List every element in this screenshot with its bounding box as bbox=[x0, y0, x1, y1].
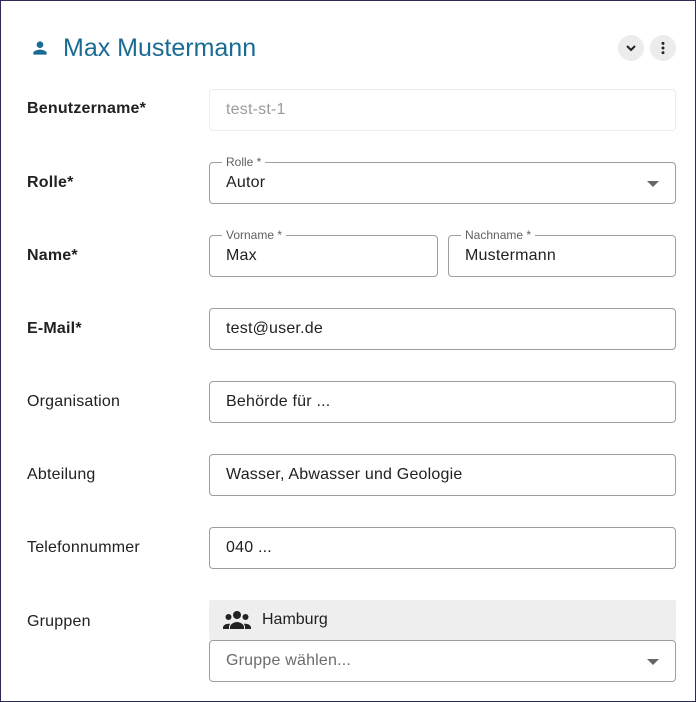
lastname-field[interactable]: Nachname * Mustermann bbox=[448, 228, 676, 277]
group-chip-label: Hamburg bbox=[262, 611, 328, 628]
username-value: test-st-1 bbox=[226, 101, 286, 118]
more-options-button[interactable] bbox=[650, 35, 676, 61]
user-card: Max Mustermann Benutzername* test-st-1 R… bbox=[0, 0, 696, 702]
username-label: Benutzername* bbox=[27, 100, 147, 117]
email-label: E-Mail* bbox=[27, 320, 82, 337]
phone-field[interactable]: 040 ... bbox=[209, 527, 676, 569]
dropdown-arrow-icon bbox=[647, 181, 659, 187]
group-chip[interactable]: Hamburg bbox=[209, 600, 676, 640]
phone-value: 040 ... bbox=[226, 539, 272, 556]
phone-label: Telefonnummer bbox=[27, 539, 140, 556]
email-value: test@user.de bbox=[226, 320, 323, 337]
page-title: Max Mustermann bbox=[63, 34, 257, 62]
department-label: Abteilung bbox=[27, 466, 96, 483]
department-field[interactable]: Wasser, Abwasser und Geologie bbox=[209, 454, 676, 496]
organisation-value: Behörde für ... bbox=[226, 393, 331, 410]
group-icon bbox=[223, 611, 251, 629]
organisation-field[interactable]: Behörde für ... bbox=[209, 381, 676, 423]
department-value: Wasser, Abwasser und Geologie bbox=[226, 466, 463, 483]
firstname-value: Max bbox=[226, 247, 257, 264]
role-field-label: Rolle * bbox=[222, 155, 266, 169]
name-label: Name* bbox=[27, 247, 78, 264]
group-select[interactable]: Gruppe wählen... bbox=[209, 640, 676, 682]
dropdown-arrow-icon bbox=[647, 659, 659, 665]
more-vert-icon bbox=[661, 41, 665, 55]
organisation-label: Organisation bbox=[27, 393, 121, 410]
chevron-down-icon bbox=[626, 45, 636, 52]
email-field[interactable]: test@user.de bbox=[209, 308, 676, 350]
role-select[interactable]: Rolle * Autor bbox=[209, 155, 676, 204]
firstname-field-label: Vorname * bbox=[222, 228, 287, 242]
role-label: Rolle* bbox=[27, 174, 74, 191]
card-header: Max Mustermann bbox=[1, 1, 695, 96]
collapse-button[interactable] bbox=[618, 35, 644, 61]
firstname-field[interactable]: Vorname * Max bbox=[209, 228, 438, 277]
person-icon bbox=[33, 41, 47, 55]
lastname-field-label: Nachname * bbox=[461, 228, 536, 242]
group-select-placeholder: Gruppe wählen... bbox=[226, 652, 352, 669]
lastname-value: Mustermann bbox=[465, 247, 556, 264]
username-field: test-st-1 bbox=[209, 89, 676, 131]
role-value: Autor bbox=[226, 174, 266, 191]
groups-label: Gruppen bbox=[27, 613, 91, 630]
